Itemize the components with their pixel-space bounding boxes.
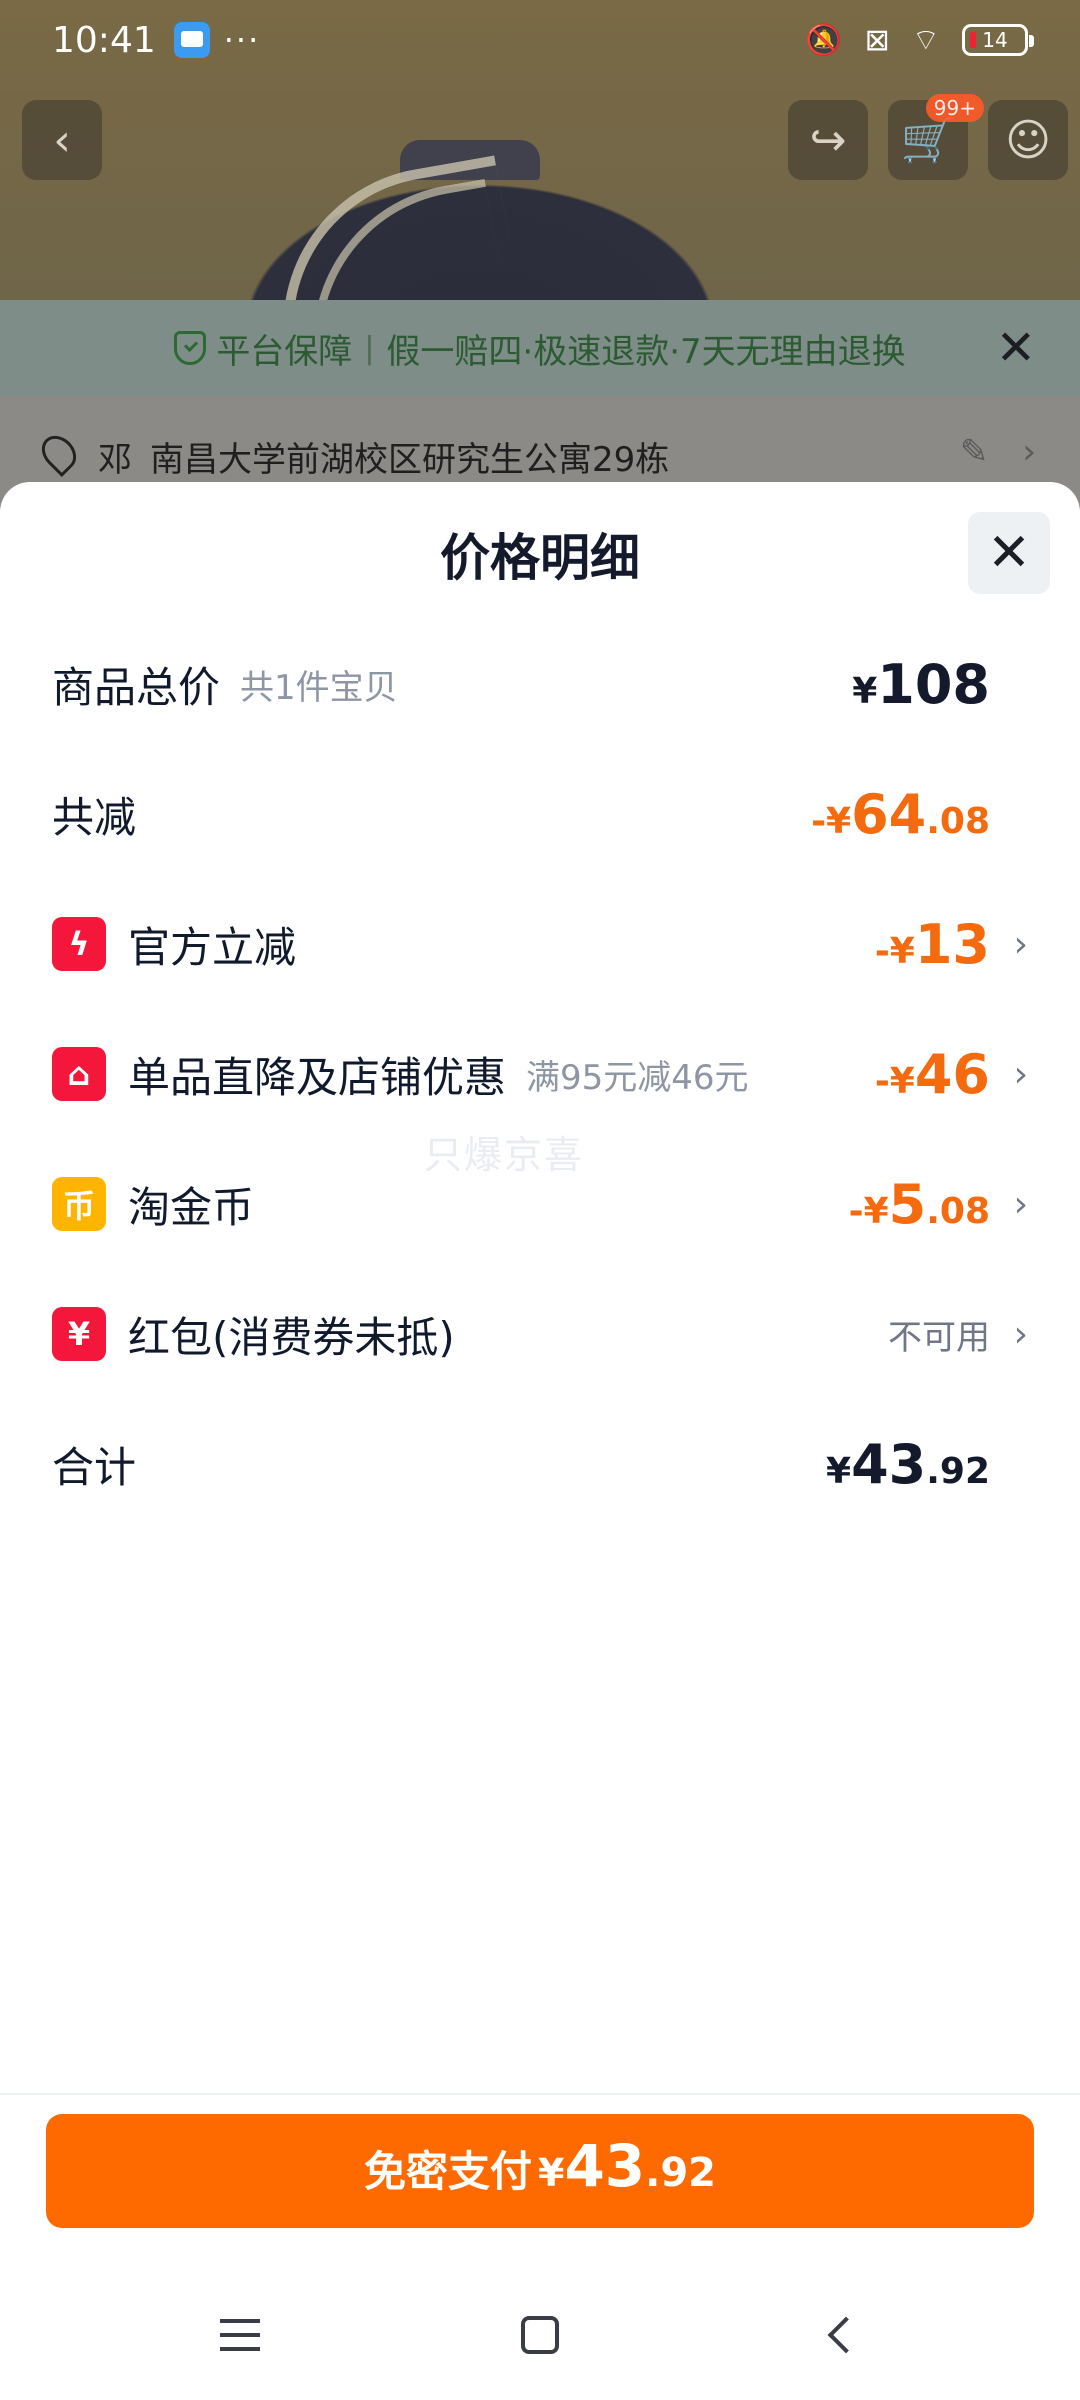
system-navigation-bar [0, 2290, 1080, 2380]
back-icon [827, 2316, 865, 2354]
row-value: -¥ 13 [875, 913, 990, 976]
recent-apps-button[interactable] [90, 2319, 390, 2351]
pay-label: 免密支付 [363, 2147, 532, 2196]
more-notifications-icon: ··· [223, 21, 261, 59]
sim-off-icon: ⊠ [864, 22, 890, 58]
chevron-right-icon: › [1013, 1183, 1028, 1225]
row-sub: 满95元减46元 [526, 1057, 749, 1098]
pay-button[interactable]: 免密支付 ¥ 43 .92 [46, 2114, 1034, 2228]
sheet-title: 价格明细 [440, 529, 640, 587]
close-icon: ✕ [987, 523, 1031, 583]
amount-decimal: .92 [926, 1450, 990, 1492]
amount-decimal: .08 [926, 1190, 990, 1232]
row-label: 官方立减 [128, 922, 297, 972]
row-value: ¥ 43 .92 [826, 1433, 990, 1496]
app-icon [173, 22, 210, 58]
divider [0, 2093, 1080, 2095]
pay-amount-decimal: .92 [645, 2150, 717, 2196]
currency: -¥ [874, 1060, 915, 1102]
guarantee-title: 平台保障 [216, 331, 353, 372]
coin-icon: 币 [52, 1177, 106, 1231]
battery-level: 14 [982, 28, 1008, 52]
status-bar: 10:41 ··· 🔕 ⊠ ⌔ 14 [0, 0, 1080, 80]
row-value: -¥ 64 .08 [811, 783, 990, 846]
status-time: 10:41 [52, 19, 156, 61]
back-icon[interactable]: ‹ [22, 100, 102, 180]
pay-currency: ¥ [537, 2151, 565, 2195]
close-icon[interactable]: ✕ [996, 320, 1036, 376]
cart-badge: 99+ [925, 94, 984, 122]
row-label: 共减 [52, 792, 137, 842]
address-name: 邓 [98, 440, 132, 480]
share-icon[interactable]: ↪ [788, 100, 868, 180]
row-label: 淘金币 [128, 1182, 255, 1232]
mute-icon: 🔕 [805, 22, 843, 58]
currency: -¥ [848, 1190, 889, 1232]
price-detail-sheet: 价格明细 ✕ 商品总价 共1件宝贝 ¥ 108 共减 -¥ 64 .08 ϟ 官… [0, 482, 1080, 2400]
row-total-discount: 共减 -¥ 64 .08 [52, 774, 1028, 854]
shop-icon: ⌂ [52, 1047, 106, 1101]
home-button[interactable] [390, 2316, 690, 2354]
row-sub: 共1件宝贝 [240, 667, 398, 708]
shield-icon [174, 331, 207, 365]
address-text: 南昌大学前湖校区研究生公寓29栋 [150, 440, 670, 480]
row-value: -¥ 46 [875, 1043, 990, 1106]
row-label: 红包(消费券未抵) [128, 1312, 455, 1362]
row-official-discount[interactable]: ϟ 官方立减 -¥ 13 › [52, 904, 1028, 984]
chevron-right-icon: › [1022, 432, 1036, 472]
cart-icon[interactable]: 🛒 99+ [888, 94, 984, 180]
wifi-icon: ⌔ [911, 23, 940, 58]
amount-decimal: .08 [926, 800, 990, 842]
guarantee-bar: 平台保障 | 假一赔四·极速退款·7天无理由退换 ✕ [0, 300, 1080, 396]
divider: | [364, 330, 375, 366]
pay-amount-integer: 43 [564, 2132, 646, 2200]
row-label: 单品直降及店铺优惠 [128, 1052, 507, 1102]
lightning-icon: ϟ [52, 917, 106, 971]
guarantee-text: 假一赔四·极速退款·7天无理由退换 [386, 331, 906, 372]
edit-icon[interactable]: ✎ [960, 432, 989, 472]
location-pin-icon [34, 428, 84, 478]
chevron-right-icon: › [1013, 1313, 1028, 1355]
row-red-packet[interactable]: ¥ 红包(消费券未抵) 不可用 › [52, 1294, 1028, 1374]
menu-icon [220, 2319, 260, 2351]
battery-icon: 14 [962, 24, 1034, 56]
amount-integer: 43 [851, 1432, 927, 1496]
currency: ¥ [852, 670, 878, 712]
home-icon [521, 2316, 559, 2354]
close-button[interactable]: ✕ [968, 512, 1050, 594]
chevron-right-icon: › [1013, 1053, 1028, 1095]
currency: -¥ [811, 800, 852, 842]
status-text: 不可用 [888, 1317, 990, 1358]
watermark: 只爆京喜 [424, 1133, 585, 1177]
red-packet-icon: ¥ [52, 1307, 106, 1361]
row-grand-total: 合计 ¥ 43 .92 [52, 1424, 1028, 1504]
row-label: 商品总价 [52, 662, 221, 712]
back-button[interactable] [690, 2316, 990, 2354]
row-value: -¥ 5 .08 [849, 1173, 990, 1236]
chevron-right-icon: › [1013, 923, 1028, 965]
row-status: 不可用 [888, 1310, 990, 1359]
more-icon[interactable]: ☺ [988, 100, 1068, 180]
amount-integer: 13 [914, 912, 990, 976]
currency: -¥ [874, 930, 915, 972]
background-product-page: 10:41 ··· 🔕 ⊠ ⌔ 14 ‹ ↪ 🛒 99+ ☺ 平台保障 | 假一赔… [0, 0, 1080, 520]
row-label: 合计 [52, 1442, 137, 1492]
currency: ¥ [826, 1450, 852, 1492]
amount-integer: 108 [877, 652, 990, 716]
amount-integer: 64 [851, 782, 927, 846]
amount-integer: 46 [914, 1042, 990, 1106]
row-value: ¥ 108 [852, 653, 990, 716]
row-store-discount[interactable]: ⌂ 单品直降及店铺优惠 满95元减46元 -¥ 46 › [52, 1034, 1028, 1114]
row-total-goods-price: 商品总价 共1件宝贝 ¥ 108 [52, 644, 1028, 724]
amount-integer: 5 [888, 1172, 927, 1236]
